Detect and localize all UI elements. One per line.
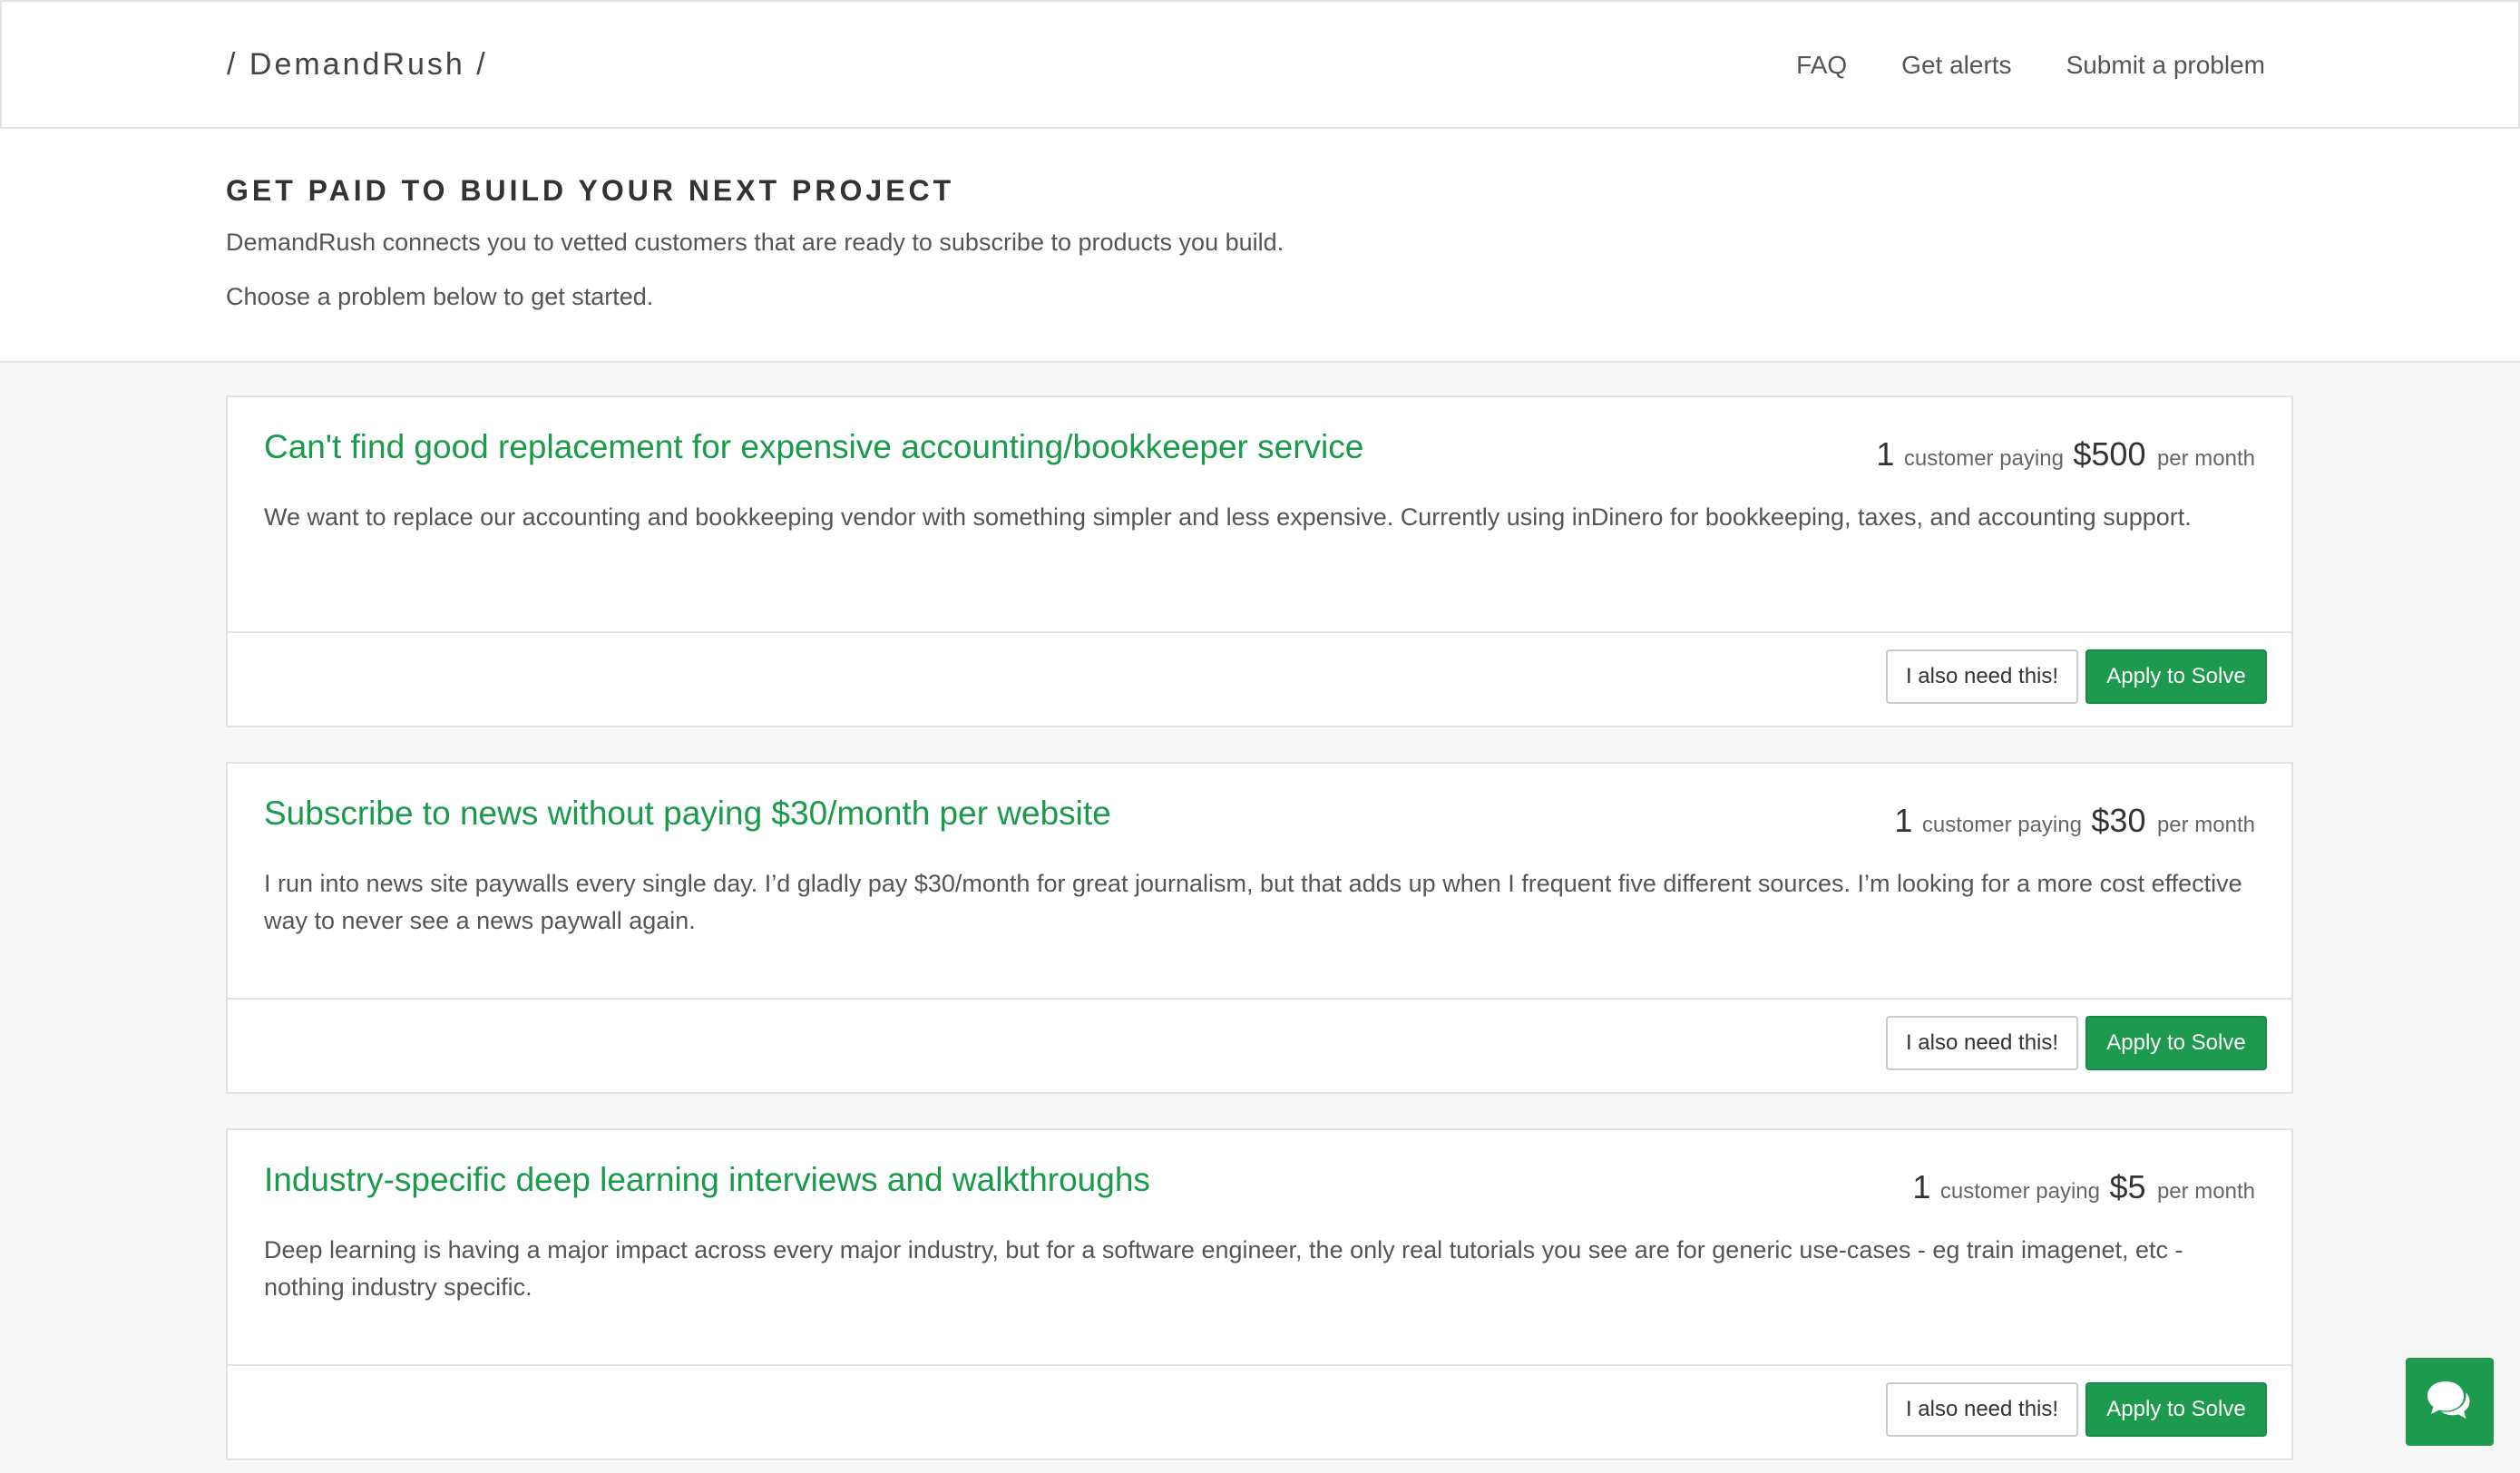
chat-widget-button[interactable] — [2406, 1358, 2494, 1446]
card-footer-divider — [228, 1364, 2291, 1367]
problem-description: We want to replace our accounting and bo… — [264, 503, 2192, 531]
card-footer-divider — [228, 631, 2291, 634]
hero-description: DemandRush connects you to vetted custom… — [226, 229, 1284, 256]
nav-link-get-alerts[interactable]: Get alerts — [1901, 51, 2011, 80]
price-amount: $30 — [2091, 802, 2146, 839]
apply-to-solve-button[interactable]: Apply to Solve — [2085, 649, 2267, 704]
price-period: per month — [2156, 446, 2255, 471]
customer-count: 1 — [1894, 802, 1913, 839]
customer-count: 1 — [1912, 1168, 1931, 1205]
problem-title-link[interactable]: Industry-specific deep learning intervie… — [264, 1161, 1150, 1199]
hero-heading: GET PAID TO BUILD YOUR NEXT PROJECT — [226, 174, 955, 207]
problem-card: Subscribe to news without paying $30/mon… — [226, 762, 2293, 1094]
chat-bubbles-icon — [2427, 1381, 2470, 1419]
apply-to-solve-button[interactable]: Apply to Solve — [2085, 1382, 2267, 1437]
also-need-button[interactable]: I also need this! — [1886, 649, 2078, 704]
nav-link-faq[interactable]: FAQ — [1796, 51, 1847, 80]
nav-links: FAQ Get alerts Submit a problem — [1796, 51, 2265, 80]
price-summary: 1 customer paying $30 per month — [1894, 802, 2255, 840]
price-period: per month — [2156, 1179, 2255, 1204]
apply-to-solve-button[interactable]: Apply to Solve — [2085, 1016, 2267, 1070]
problem-description: Deep learning is having a major impact a… — [264, 1236, 2183, 1301]
price-summary: 1 customer paying $5 per month — [1912, 1168, 2255, 1206]
price-amount: $500 — [2073, 435, 2146, 473]
problem-title-link[interactable]: Subscribe to news without paying $30/mon… — [264, 795, 1111, 833]
price-period: per month — [2156, 813, 2255, 837]
card-footer-divider — [228, 998, 2291, 1000]
price-summary: 1 customer paying $500 per month — [1876, 435, 2255, 473]
price-amount: $5 — [2109, 1168, 2146, 1205]
also-need-button[interactable]: I also need this! — [1886, 1382, 2078, 1437]
top-navbar: / DemandRush / FAQ Get alerts Submit a p… — [0, 0, 2520, 129]
hero-instruction: Choose a problem below to get started. — [226, 283, 654, 310]
problem-title-link[interactable]: Can't find good replacement for expensiv… — [264, 428, 1363, 466]
brand-logo[interactable]: / DemandRush / — [227, 47, 488, 83]
nav-link-submit-problem[interactable]: Submit a problem — [2066, 51, 2265, 80]
problem-card: Industry-specific deep learning intervie… — [226, 1128, 2293, 1460]
also-need-button[interactable]: I also need this! — [1886, 1016, 2078, 1070]
customer-paying-label: customer paying — [1921, 813, 2082, 837]
problem-description: I run into news site paywalls every sing… — [264, 870, 2242, 934]
customer-count: 1 — [1876, 435, 1895, 473]
problem-card: Can't find good replacement for expensiv… — [226, 395, 2293, 727]
customer-paying-label: customer paying — [1903, 446, 2064, 471]
hero-section: GET PAID TO BUILD YOUR NEXT PROJECT Dema… — [0, 129, 2520, 363]
customer-paying-label: customer paying — [1939, 1179, 2100, 1204]
